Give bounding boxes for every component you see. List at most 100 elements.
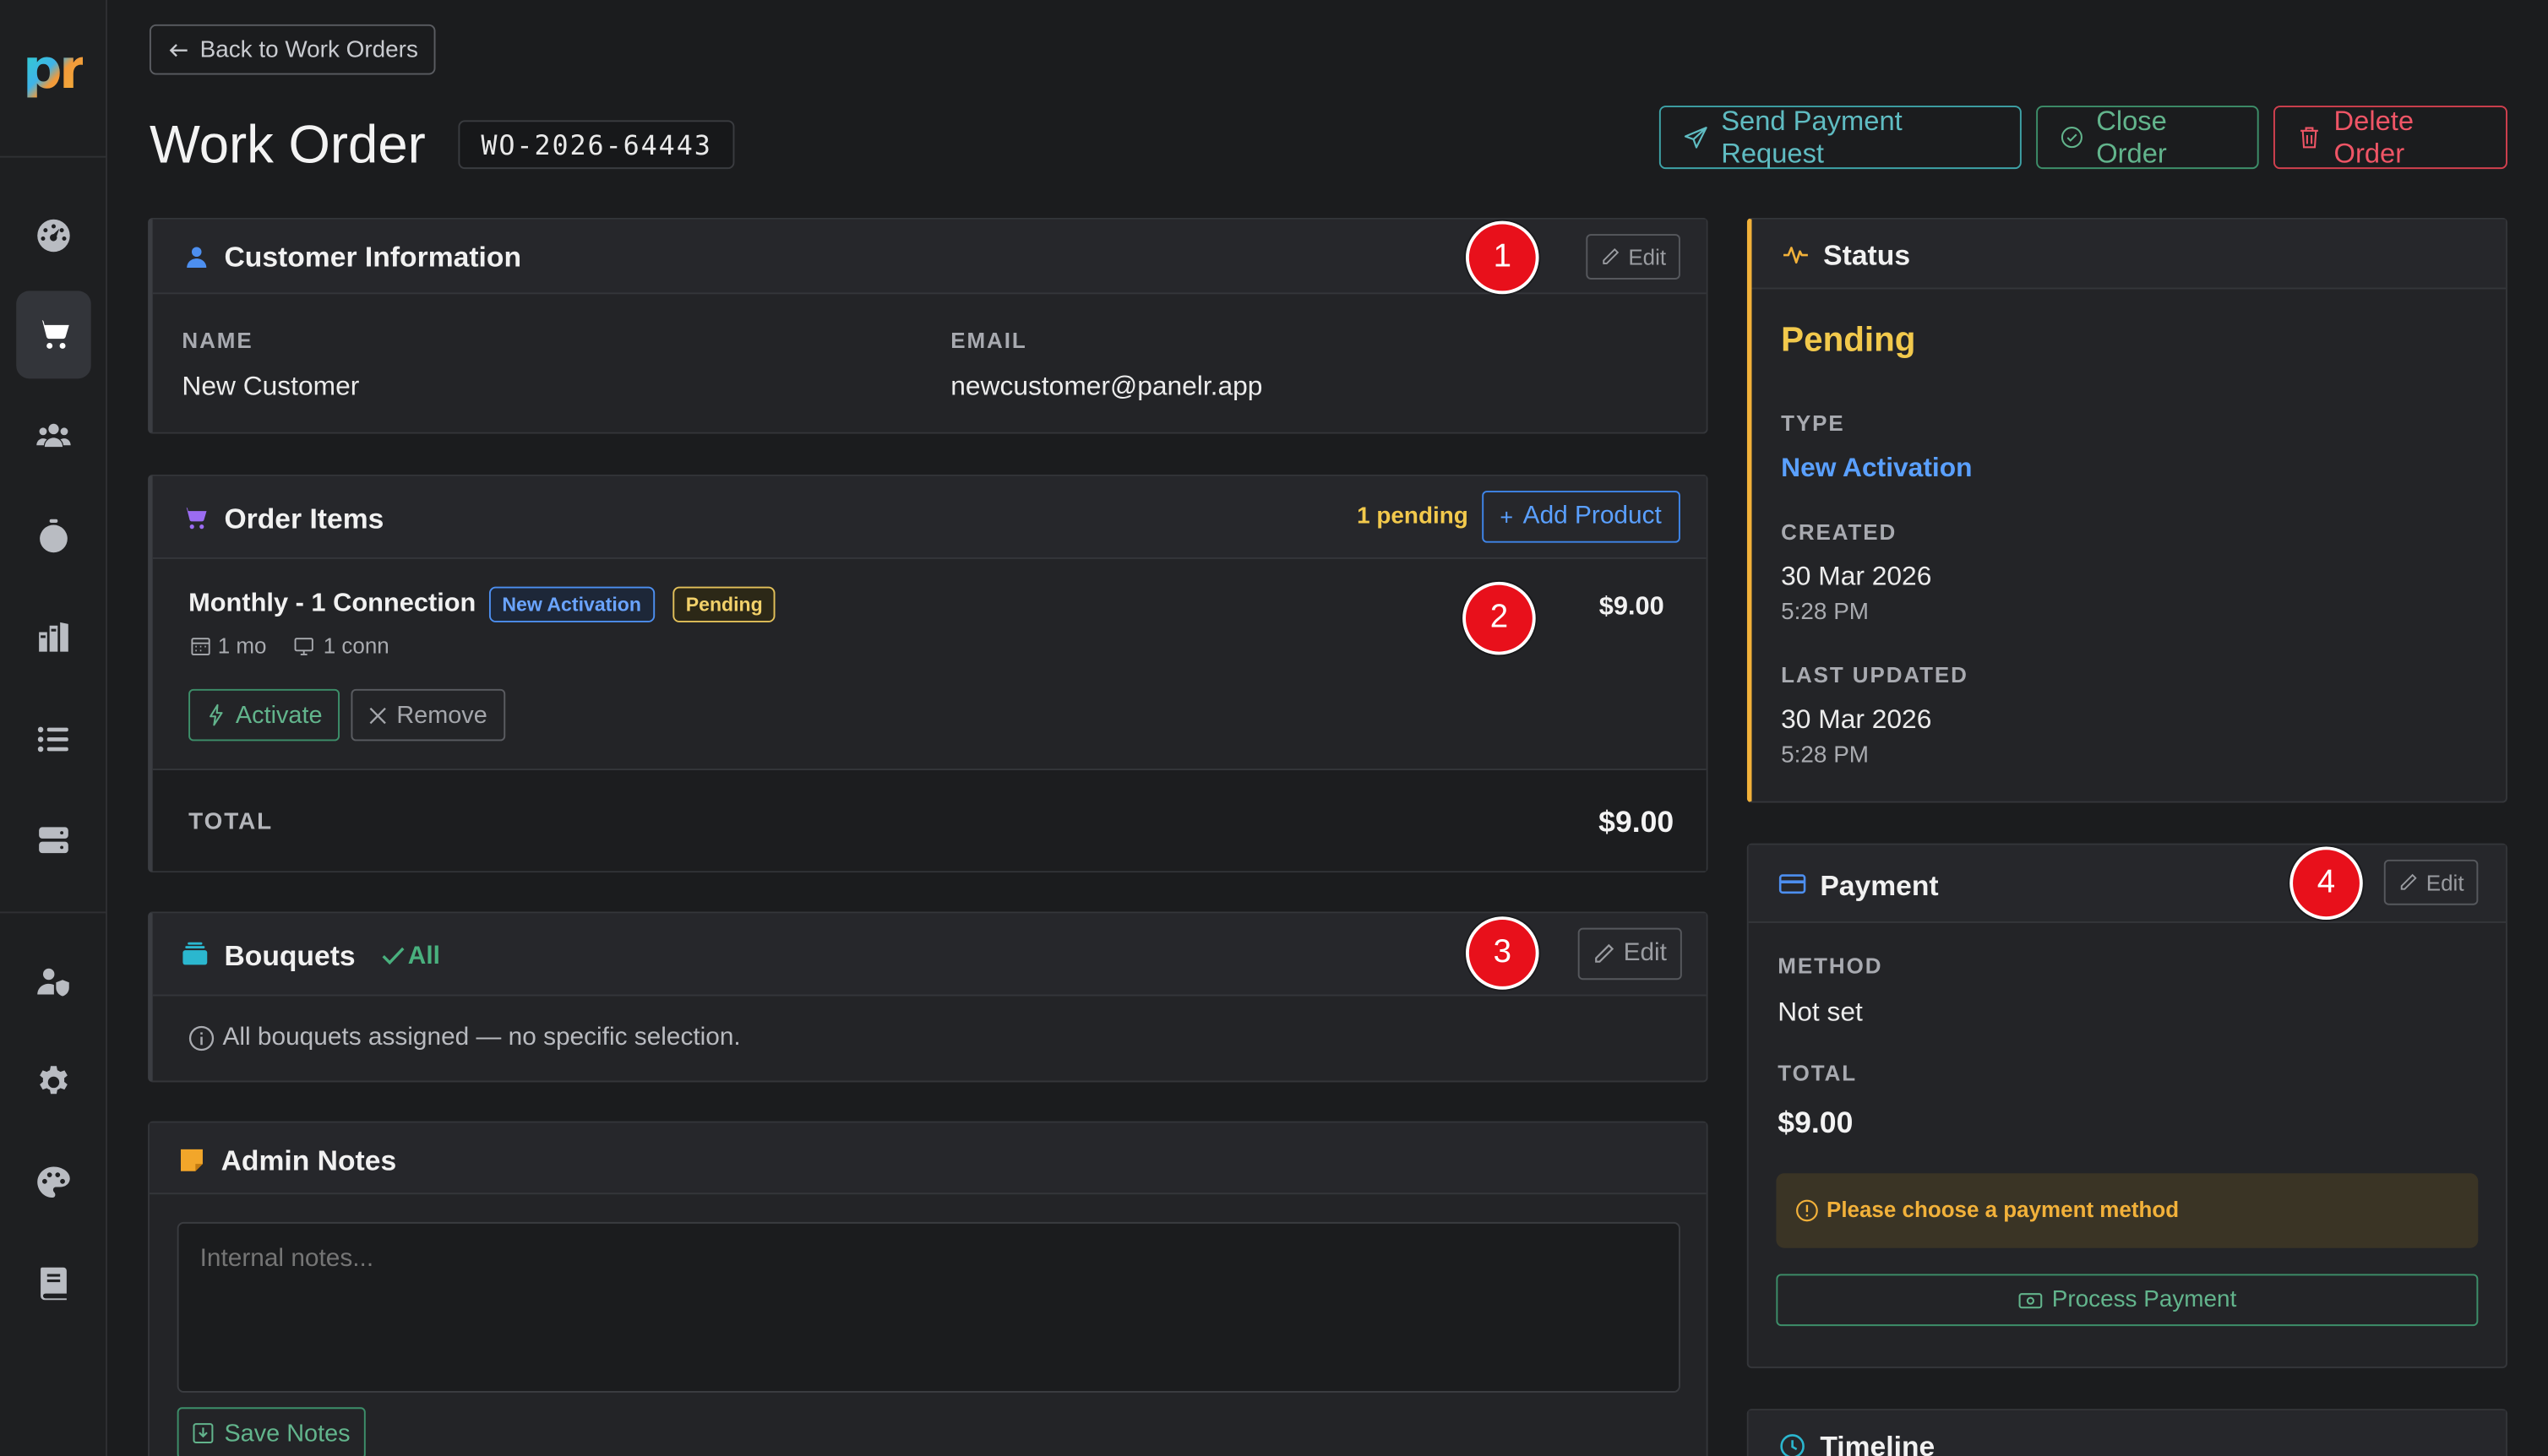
bouquets-all-label: All [407,942,440,970]
payment-warning-text: Please choose a payment method [1827,1198,2180,1222]
timeline-header: Timeline [1748,1410,2507,1456]
cart-icon [37,320,69,349]
sidebar-divider [0,155,107,158]
bouquets-info-text: All bouquets assigned — no specific sele… [222,1024,741,1051]
order-total-label: TOTAL [188,809,274,835]
app-logo[interactable]: pr [23,42,86,97]
activity-pulse-icon [1783,247,1808,264]
back-to-work-orders-button[interactable]: Back to Work Orders [149,24,437,75]
calendar-icon [191,638,210,655]
remove-label: Remove [396,701,487,729]
status-title: Status [1823,238,1911,272]
activate-button[interactable]: Activate [188,688,340,742]
order-item-duration: 1 mo [217,633,267,659]
save-notes-button[interactable]: Save Notes [177,1407,365,1456]
bouquets-edit-button[interactable]: Edit [1577,927,1682,981]
payment-header: Payment Edit [1748,845,2507,923]
order-items-card: Order Items 1 pending + Add Product Mont… [148,474,1708,873]
order-item-type-badge: New Activation [488,586,655,622]
bouquets-title: Bouquets [224,939,356,972]
process-payment-button[interactable]: Process Payment [1776,1274,2479,1327]
add-product-label: Add Product [1522,502,1662,530]
arrow-left-icon [169,43,188,57]
warning-circle-icon [1796,1199,1818,1222]
info-icon [188,1025,215,1051]
annotation-marker-3: 3 [1465,916,1539,990]
sidebar-item-theme[interactable] [16,1139,90,1227]
sidebar-item-timers[interactable] [16,492,90,580]
monitor-icon [294,638,313,655]
payment-method-label: METHOD [1778,953,1883,979]
customer-edit-button[interactable]: Edit [1586,234,1681,280]
process-payment-label: Process Payment [2051,1286,2237,1313]
admin-notes-title: Admin Notes [220,1144,397,1177]
sticky-note-icon [180,1149,203,1171]
customer-name-label: NAME [182,328,253,353]
save-download-icon [193,1423,214,1444]
sidebar-item-reports[interactable] [16,593,90,681]
delete-order-button[interactable]: Delete Order [2273,105,2507,170]
sidebar-item-settings[interactable] [16,1038,90,1126]
sidebar-item-servers[interactable] [16,796,90,884]
lightning-icon [210,704,223,726]
order-total-row: TOTAL $9.00 [152,769,1707,872]
status-type-value: New Activation [1781,453,1973,483]
sidebar-item-admins[interactable] [16,937,90,1025]
delete-order-label: Delete Order [2333,105,2415,169]
save-notes-label: Save Notes [224,1419,351,1448]
gear-icon [40,1066,68,1095]
timeline-title: Timeline [1820,1430,1936,1456]
send-payment-request-button[interactable]: Send Payment Request [1658,105,2022,170]
sidebar-item-dashboard[interactable] [16,190,90,278]
payment-title: Payment [1820,869,1939,902]
credit-card-icon [1778,874,1806,894]
order-item-name: Monthly - 1 Connection [188,589,476,618]
sidebar-item-docs[interactable] [16,1240,90,1328]
remove-button[interactable]: Remove [351,688,505,742]
annotation-marker-4: 4 [2289,846,2363,921]
last-updated-date: 30 Mar 2026 [1781,705,1932,735]
status-card: Status Pending TYPE New Activation CREAT… [1746,217,2507,803]
customer-edit-label: Edit [1628,244,1667,269]
list-icon [37,726,68,752]
order-item-status-badge: Pending [672,586,776,622]
user-icon [187,247,207,268]
plus-icon: + [1500,503,1514,530]
send-plane-icon [1684,126,1707,148]
pencil-icon [2400,873,2417,890]
status-value: Pending [1781,321,1916,360]
payment-edit-label: Edit [2426,870,2464,895]
status-type-label: TYPE [1781,410,1845,436]
user-shield-icon [37,968,69,997]
activate-label: Activate [235,701,323,729]
pencil-icon [1603,248,1620,264]
work-order-id: WO-2026-64443 [458,120,735,170]
last-updated-label: LAST UPDATED [1781,663,1968,687]
sidebar-item-orders[interactable] [16,291,91,379]
add-product-button[interactable]: + Add Product [1482,491,1680,543]
close-order-button[interactable]: Close Order [2036,105,2259,170]
sidebar-item-list[interactable] [16,696,90,784]
admin-notes-textarea[interactable] [177,1221,1680,1393]
payment-method-value: Not set [1778,997,1863,1028]
timeline-card: Timeline [1746,1409,2507,1456]
last-updated-time: 5:28 PM [1781,742,1870,769]
book-icon [41,1267,67,1301]
sidebar-item-customers[interactable] [16,392,90,480]
payment-total-value: $9.00 [1778,1105,1854,1139]
close-order-label: Close Order [2096,105,2167,169]
order-total-value: $9.00 [1598,804,1674,839]
customer-email-label: EMAIL [950,328,1027,353]
payment-edit-button[interactable]: Edit [2383,859,2479,905]
created-label: CREATED [1781,519,1897,545]
dashboard-gauge-icon [37,219,70,253]
trash-icon [2300,127,2318,149]
order-items-title: Order Items [224,502,384,535]
order-item-price: $9.00 [1598,593,1664,622]
payment-card: Payment Edit METHOD Not set TOTAL $9.00 … [1746,843,2507,1369]
created-time: 5:28 PM [1781,599,1870,626]
pencil-icon [1595,943,1614,963]
check-icon [382,947,405,965]
payment-warning-alert: Please choose a payment method [1776,1173,2479,1248]
customer-email-value: newcustomer@panelr.app [950,372,1263,402]
